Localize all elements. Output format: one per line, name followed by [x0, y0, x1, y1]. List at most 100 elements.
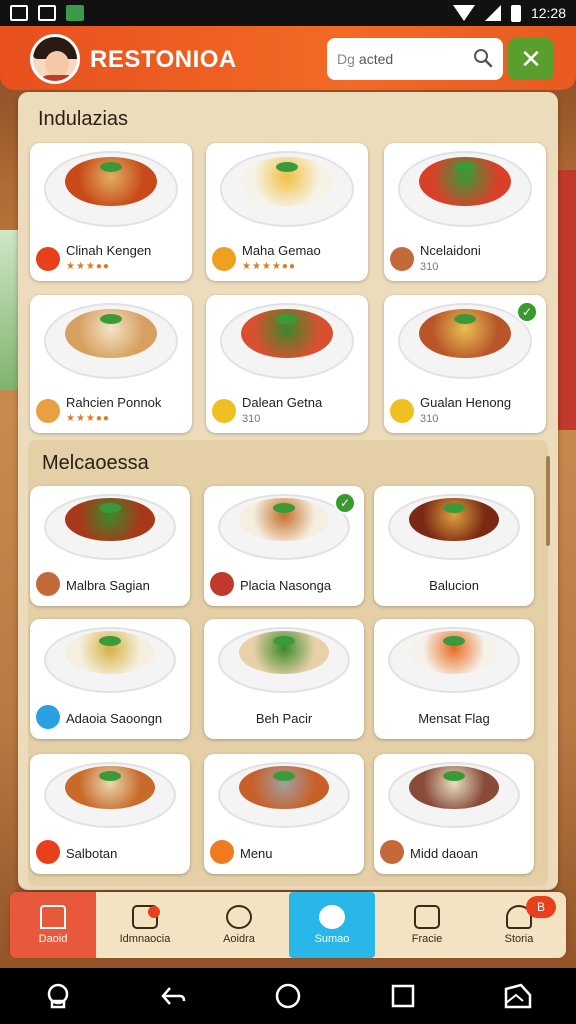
search-box[interactable]: Dg: [327, 38, 503, 80]
gallery-icon: [10, 5, 28, 21]
dish-name: Gualan Henong: [420, 395, 512, 410]
screenshot-icon[interactable]: [503, 981, 533, 1011]
dish-card[interactable]: Balucion: [374, 486, 534, 606]
profile-avatar[interactable]: [30, 34, 80, 84]
dish-card[interactable]: Maha Gemao ★★★★●●: [206, 143, 368, 281]
nav-idmnaocia[interactable]: Idmnaocia: [102, 892, 188, 958]
image-icon: [38, 5, 56, 21]
app-title: RESTONIOA: [90, 46, 237, 73]
garnish: [99, 502, 121, 513]
battery-icon: [510, 4, 521, 22]
cart-icon: [36, 247, 60, 271]
chef-icon: [319, 905, 345, 929]
dish-name: Malbra Sagian: [66, 578, 150, 593]
dish-card[interactable]: Adaoia Saoongn: [30, 619, 190, 739]
app-header: RESTONIOA Dg ✕: [0, 26, 576, 90]
system-nav-bar: [0, 968, 576, 1024]
nav-home[interactable]: Daoid: [10, 892, 96, 958]
garnish: [443, 502, 465, 513]
list-icon: [414, 905, 440, 929]
search-input[interactable]: [358, 51, 469, 67]
nav-badge: B: [526, 896, 556, 918]
search-icon[interactable]: [473, 48, 493, 68]
dish-name: Clinah Kengen: [66, 243, 152, 258]
nav-label-fracie: Fracie: [411, 933, 443, 945]
garnish: [273, 502, 295, 513]
recents-icon[interactable]: [388, 981, 418, 1011]
home-icon: [40, 905, 66, 929]
dish-name: Maha Gemao: [242, 243, 321, 258]
section-title-2: Melcaoessa: [42, 452, 149, 474]
rating-stars: ★★★★●●: [242, 261, 296, 272]
garnish: [273, 770, 295, 781]
dish-name: Menu: [240, 846, 273, 861]
dish-card[interactable]: Dalean Getna 310: [206, 295, 368, 433]
garnish: [99, 635, 121, 646]
dish-subtext: 310: [420, 261, 439, 273]
back-icon[interactable]: [158, 981, 188, 1011]
dish-name: Beh Pacir: [255, 711, 313, 726]
dish-card[interactable]: Salbotan: [30, 754, 190, 874]
bottom-nav: Daoid Idmnaocia Aoidra Sumao Fracie B St…: [10, 892, 566, 958]
dish-name: Balucion: [429, 578, 479, 593]
scrollbar[interactable]: [546, 456, 550, 546]
avatar-icon: [210, 572, 234, 596]
nav-label-storia: Storia: [504, 933, 534, 945]
close-button[interactable]: ✕: [508, 38, 554, 80]
check-icon: ✓: [334, 492, 356, 514]
garnish: [443, 635, 465, 646]
nav-label-sumao: Sumao: [314, 933, 350, 945]
dish-card[interactable]: Menu: [204, 754, 364, 874]
garnish: [273, 635, 295, 646]
coin-icon: [212, 399, 236, 423]
nav-label-aoidra: Aoidra: [223, 933, 255, 945]
coin-icon: [390, 399, 414, 423]
notification-dot: [148, 906, 160, 918]
dish-card[interactable]: Mensat Flag: [374, 619, 534, 739]
assistant-icon[interactable]: [43, 981, 73, 1011]
dish-subtext: 310: [420, 413, 439, 425]
dish-name: Placia Nasonga: [240, 578, 332, 593]
avatar-icon: [390, 247, 414, 271]
dish-name: Midd daoan: [410, 846, 478, 861]
nav-fracie[interactable]: Fracie: [384, 892, 470, 958]
signal-icon: [484, 5, 501, 21]
garnish: [99, 770, 121, 781]
check-icon: ✓: [516, 301, 538, 323]
nav-label-idmnaocia: Idmnaocia: [119, 933, 171, 945]
nav-aoidra[interactable]: Aoidra: [196, 892, 282, 958]
dish-card[interactable]: Ncelaidoni 310: [384, 143, 546, 281]
dish-card[interactable]: Rahcien Ponnok ★★★●●: [30, 295, 192, 433]
garnish: [443, 770, 465, 781]
dish-card[interactable]: Clinah Kengen ★★★●●: [30, 143, 192, 281]
dish-card[interactable]: Midd daoan: [374, 754, 534, 874]
utensils-icon: [210, 840, 234, 864]
dish-card[interactable]: Beh Pacir: [204, 619, 364, 739]
search-prefix: Dg: [337, 51, 355, 67]
home-circle-icon[interactable]: [273, 981, 303, 1011]
status-bar: 12:28: [0, 0, 576, 26]
nav-storia[interactable]: B Storia: [476, 892, 562, 958]
leaf-icon: [226, 905, 252, 929]
wifi-icon: [452, 5, 475, 21]
rating-stars: ★★★●●: [66, 413, 110, 424]
dish-name: Mensat Flag: [418, 711, 490, 726]
app-notification-icon: [66, 5, 84, 21]
status-time: 12:28: [530, 5, 566, 21]
dish-name: Rahcien Ponnok: [66, 395, 162, 410]
nav-sumao[interactable]: Sumao: [289, 892, 375, 958]
dish-name: Salbotan: [66, 846, 118, 861]
rating-stars: ★★★●●: [66, 261, 110, 272]
chef-icon: [36, 705, 60, 729]
food-icon: [36, 399, 60, 423]
avatar-icon: [380, 840, 404, 864]
dish-subtext: 310: [242, 413, 261, 425]
cart-icon: [36, 840, 60, 864]
dish-name: Adaoia Saoongn: [66, 711, 163, 726]
section-title-1: Indulazias: [38, 108, 129, 130]
dish-card[interactable]: Malbra Sagian: [30, 486, 190, 606]
nav-label-home: Daoid: [38, 933, 68, 945]
avatar-icon: [36, 572, 60, 596]
star-icon: [212, 247, 236, 271]
dish-name: Ncelaidoni: [420, 243, 481, 258]
